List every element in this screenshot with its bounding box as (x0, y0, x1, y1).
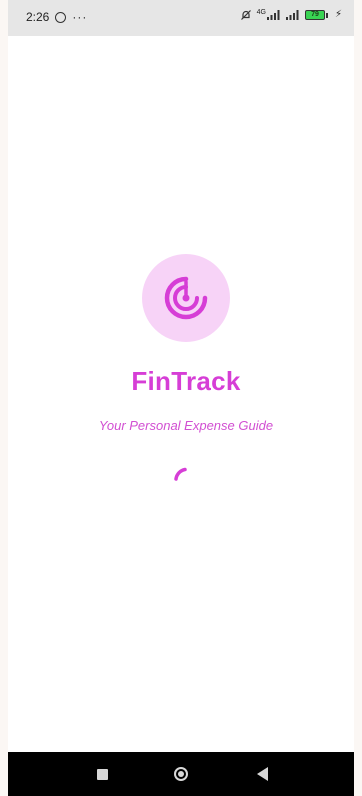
bell-off-icon (240, 9, 252, 21)
battery-icon: 79 (304, 10, 328, 20)
status-bar: 2:26 ··· 4G 79 ⚡ (8, 0, 354, 36)
app-logo (142, 254, 230, 342)
signal-icon-2 (285, 10, 300, 20)
signal-icon (266, 10, 281, 20)
battery-level: 79 (304, 10, 325, 20)
loading-spinner (174, 467, 187, 481)
home-button[interactable] (159, 752, 203, 796)
battery-tip (325, 12, 328, 18)
more-dots-icon: ··· (72, 10, 88, 24)
charging-bolt-icon: ⚡ (334, 9, 342, 20)
home-circle-icon (174, 767, 188, 781)
square-icon (96, 768, 108, 780)
app-tagline: Your Personal Expense Guide (98, 418, 274, 433)
back-triangle-icon (256, 767, 268, 781)
recent-apps-button[interactable] (80, 752, 124, 796)
whatsapp-icon (55, 11, 67, 23)
radar-target-icon (164, 276, 208, 320)
app-title: FinTrack (131, 366, 241, 396)
navigation-bar (8, 752, 354, 796)
status-left: 2:26 ··· (26, 10, 87, 24)
status-right: 4G 79 ⚡ (240, 9, 342, 21)
network-type-label: 4G (256, 8, 266, 16)
status-time: 2:26 (26, 10, 50, 24)
back-button[interactable] (240, 752, 284, 796)
splash-screen: 2:26 ··· 4G 79 ⚡ FinTrack Your Personal … (8, 0, 354, 796)
